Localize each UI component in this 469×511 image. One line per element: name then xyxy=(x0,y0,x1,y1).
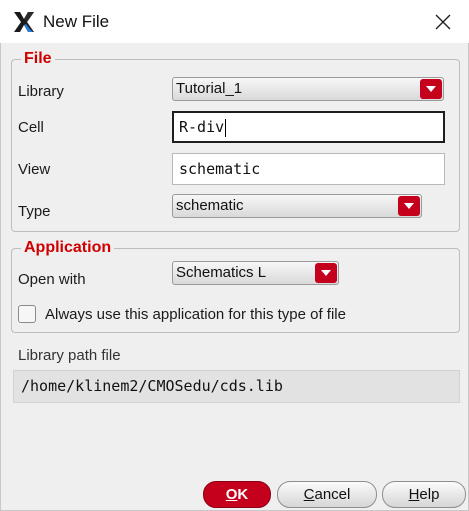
ok-mnemonic: O xyxy=(225,486,238,503)
chevron-down-icon[interactable] xyxy=(420,79,442,99)
cell-value: R-div xyxy=(179,118,225,136)
library-value: Tutorial_1 xyxy=(176,80,243,97)
cell-label: Cell xyxy=(18,119,44,136)
library-label: Library xyxy=(18,83,64,100)
help-rest: elp xyxy=(419,486,440,503)
type-combo[interactable]: schematic xyxy=(172,194,422,218)
cell-field[interactable]: R-div xyxy=(172,111,445,143)
title-bar: New File xyxy=(0,0,469,43)
cancel-mnemonic: C xyxy=(303,486,315,503)
open-with-value: Schematics L xyxy=(176,264,267,281)
ok-button[interactable]: OK xyxy=(203,481,271,508)
always-use-label[interactable]: Always use this application for this typ… xyxy=(45,306,346,323)
type-label: Type xyxy=(18,203,51,220)
view-field[interactable]: schematic xyxy=(172,153,445,185)
library-combo[interactable]: Tutorial_1 xyxy=(172,77,444,101)
text-cursor xyxy=(225,118,227,137)
always-use-checkbox[interactable] xyxy=(18,305,36,323)
application-group-legend: Application xyxy=(21,239,115,257)
view-value: schematic xyxy=(179,160,261,178)
library-path-field: /home/klinem2/CMOSedu/cds.lib xyxy=(13,370,460,403)
help-button[interactable]: Help xyxy=(382,481,466,508)
dialog-body: File Library Tutorial_1 Cell R-div View … xyxy=(0,43,469,511)
chevron-down-icon[interactable] xyxy=(315,263,337,283)
type-value: schematic xyxy=(176,197,244,214)
ok-rest: K xyxy=(237,486,249,503)
window-title: New File xyxy=(43,12,110,31)
open-with-label: Open with xyxy=(18,271,86,288)
library-path-value: /home/klinem2/CMOSedu/cds.lib xyxy=(21,377,283,395)
close-icon[interactable] xyxy=(430,9,456,35)
file-group-legend: File xyxy=(21,50,55,68)
open-with-combo[interactable]: Schematics L xyxy=(172,261,339,285)
view-label: View xyxy=(18,161,51,178)
library-path-label: Library path file xyxy=(18,347,121,364)
cadence-x-logo xyxy=(14,12,34,32)
chevron-down-icon[interactable] xyxy=(398,196,420,216)
cancel-button[interactable]: Cancel xyxy=(277,481,377,508)
cancel-rest: ancel xyxy=(314,486,351,503)
help-mnemonic: H xyxy=(408,486,420,503)
